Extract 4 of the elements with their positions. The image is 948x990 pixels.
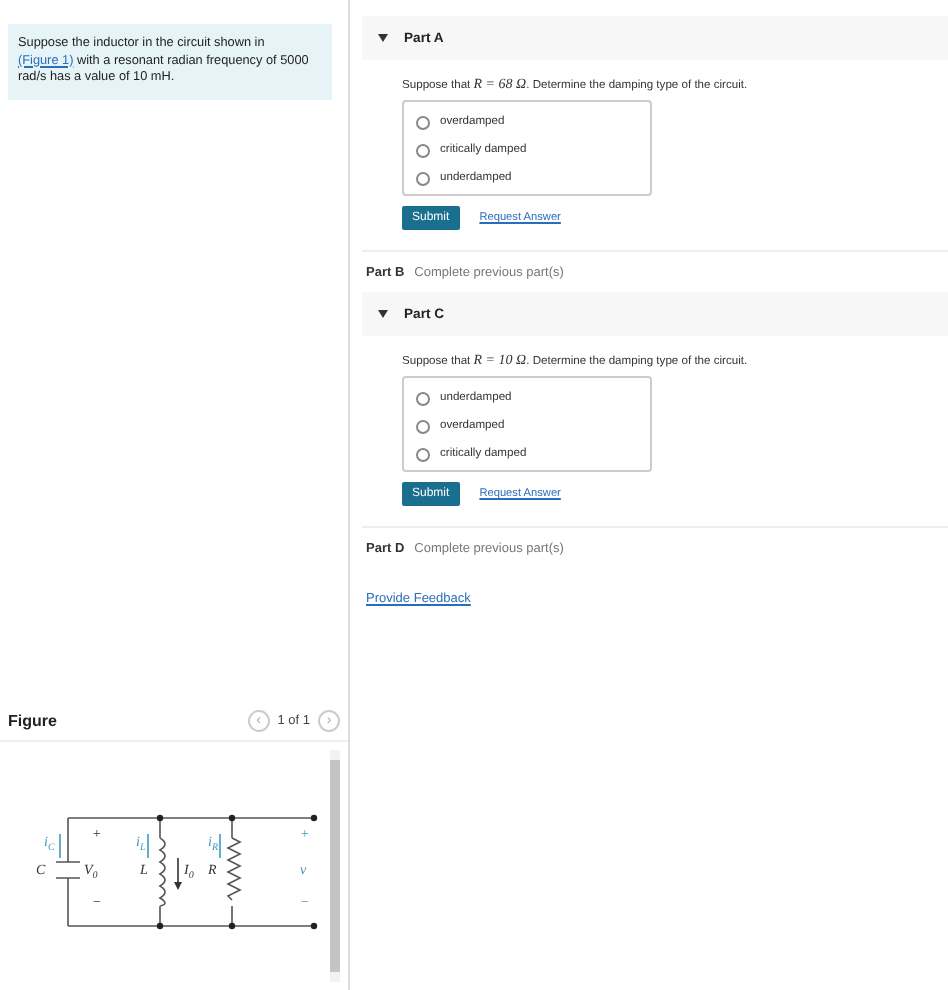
collapse-icon[interactable] [378,34,388,42]
scrollbar[interactable] [330,750,340,982]
figure-title: Figure [8,711,57,729]
collapse-icon[interactable] [378,310,388,318]
